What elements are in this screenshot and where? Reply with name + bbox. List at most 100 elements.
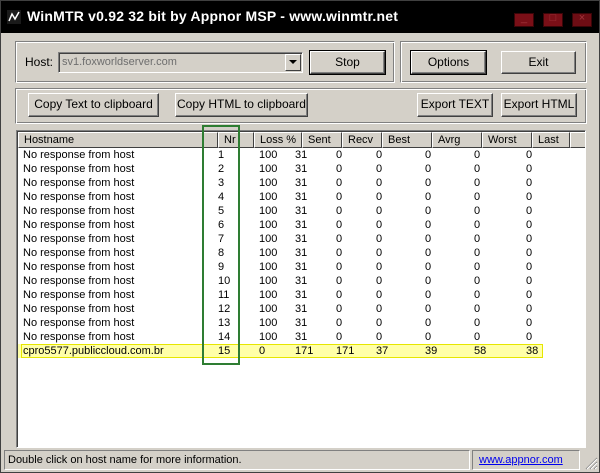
hostname-cell[interactable]: No response from host [23,316,134,330]
table-row[interactable]: No response from host 2 100 31 0 0 0 0 0 [18,162,584,176]
value-cell: 0 [526,303,533,315]
hostname-cell[interactable]: No response from host [23,330,134,344]
copy-text-button[interactable]: Copy Text to clipboard [28,93,159,117]
value-cell: 0 [336,191,343,203]
value-cell: 31 [295,149,308,161]
value-cell: 100 [259,149,278,161]
value-cell: 0 [376,177,383,189]
value-cell: 31 [295,163,308,175]
value-cell: 0 [425,261,432,273]
hostname-cell[interactable]: No response from host [23,148,134,162]
table-row[interactable]: No response from host 8 100 31 0 0 0 0 0 [18,246,584,260]
value-cell: 0 [474,149,481,161]
column-header-recv[interactable]: Recv [342,132,382,148]
column-header-sent[interactable]: Sent [302,132,342,148]
maximize-button[interactable]: □ [543,12,563,27]
options-button[interactable]: Options [410,50,487,75]
column-header-best[interactable]: Best [382,132,432,148]
value-cell: 100 [259,205,278,217]
column-header-hostname[interactable]: Hostname [18,132,218,148]
hostname-cell[interactable]: No response from host [23,274,134,288]
status-bar: Double click on host name for more infor… [4,450,598,470]
table-row[interactable]: No response from host 10 100 31 0 0 0 0 0 [18,274,584,288]
hostname-cell[interactable]: No response from host [23,218,134,232]
close-button[interactable]: × [572,12,592,27]
table-row[interactable]: No response from host 6 100 31 0 0 0 0 0 [18,218,584,232]
host-combobox[interactable]: sv1.foxworldserver.com [58,52,303,73]
export-text-button[interactable]: Export TEXT [417,93,493,117]
value-cell: 0 [526,191,533,203]
value-cell: 100 [259,275,278,287]
value-cell: 100 [259,317,278,329]
table-row[interactable]: No response from host 12 100 31 0 0 0 0 0 [18,302,584,316]
value-cell: 31 [295,177,308,189]
value-cell: 0 [425,219,432,231]
table-row[interactable]: No response from host 3 100 31 0 0 0 0 0 [18,176,584,190]
title-bar[interactable]: WinMTR v0.92 32 bit by Appnor MSP - www.… [1,1,599,33]
hostname-cell[interactable]: No response from host [23,176,134,190]
value-cell: 0 [376,289,383,301]
value-cell: 0 [336,163,343,175]
value-cell: 0 [376,233,383,245]
table-row[interactable]: No response from host 13 100 31 0 0 0 0 0 [18,316,584,330]
hostname-cell[interactable]: No response from host [23,302,134,316]
table-row[interactable]: No response from host 7 100 31 0 0 0 0 0 [18,232,584,246]
copy-html-button[interactable]: Copy HTML to clipboard [175,93,308,117]
exit-button[interactable]: Exit [501,51,576,74]
table-row[interactable]: No response from host 4 100 31 0 0 0 0 0 [18,190,584,204]
value-cell: 31 [295,219,308,231]
hostname-cell[interactable]: No response from host [23,190,134,204]
value-cell: 100 [259,331,278,343]
hostname-cell[interactable]: No response from host [23,204,134,218]
value-cell: 0 [376,205,383,217]
value-cell: 100 [259,163,278,175]
value-cell: 0 [376,275,383,287]
value-cell: 0 [376,149,383,161]
value-cell: 0 [376,219,383,231]
resize-grip-icon[interactable] [582,454,598,470]
value-cell: 0 [425,149,432,161]
stop-button[interactable]: Stop [309,50,386,75]
table-row[interactable]: No response from host 5 100 31 0 0 0 0 0 [18,204,584,218]
value-cell: 0 [526,275,533,287]
table-row[interactable]: No response from host 14 100 31 0 0 0 0 0 [18,330,584,344]
column-header-loss[interactable]: Loss % [254,132,302,148]
appnor-link[interactable]: www.appnor.com [472,450,580,470]
combo-dropdown-button[interactable] [285,54,301,71]
value-cell: 0 [526,317,533,329]
column-header-last[interactable]: Last [532,132,570,148]
column-header-worst[interactable]: Worst [482,132,532,148]
value-cell: 0 [526,247,533,259]
value-cell: 0 [336,149,343,161]
maximize-icon: □ [549,12,557,24]
value-cell: 0 [526,149,533,161]
results-table[interactable]: Hostname Nr Loss % Sent Recv Best Avrg W… [16,130,586,448]
value-cell: 100 [259,289,278,301]
hostname-cell[interactable]: No response from host [23,288,134,302]
value-cell: 0 [526,205,533,217]
hostname-cell[interactable]: No response from host [23,232,134,246]
value-cell: 31 [295,261,308,273]
value-cell: 100 [259,219,278,231]
minimize-button[interactable]: _ [514,12,534,27]
table-row[interactable]: No response from host 11 100 31 0 0 0 0 0 [18,288,584,302]
column-header-avrg[interactable]: Avrg [432,132,482,148]
hostname-cell[interactable]: No response from host [23,260,134,274]
value-cell: 0 [425,163,432,175]
hostname-cell[interactable]: No response from host [23,162,134,176]
value-cell: 0 [526,177,533,189]
value-cell: 31 [295,317,308,329]
value-cell: 0 [474,289,481,301]
value-cell: 0 [336,233,343,245]
export-html-button[interactable]: Export HTML [501,93,577,117]
value-cell: 0 [425,317,432,329]
table-row[interactable]: No response from host 9 100 31 0 0 0 0 0 [18,260,584,274]
value-cell: 31 [295,191,308,203]
table-row[interactable]: No response from host 1 100 31 0 0 0 0 0 [18,148,584,162]
highlight-border [21,344,543,358]
value-cell: 31 [295,331,308,343]
hostname-cell[interactable]: No response from host [23,246,134,260]
value-cell: 0 [474,317,481,329]
value-cell: 0 [425,177,432,189]
value-cell: 0 [376,163,383,175]
